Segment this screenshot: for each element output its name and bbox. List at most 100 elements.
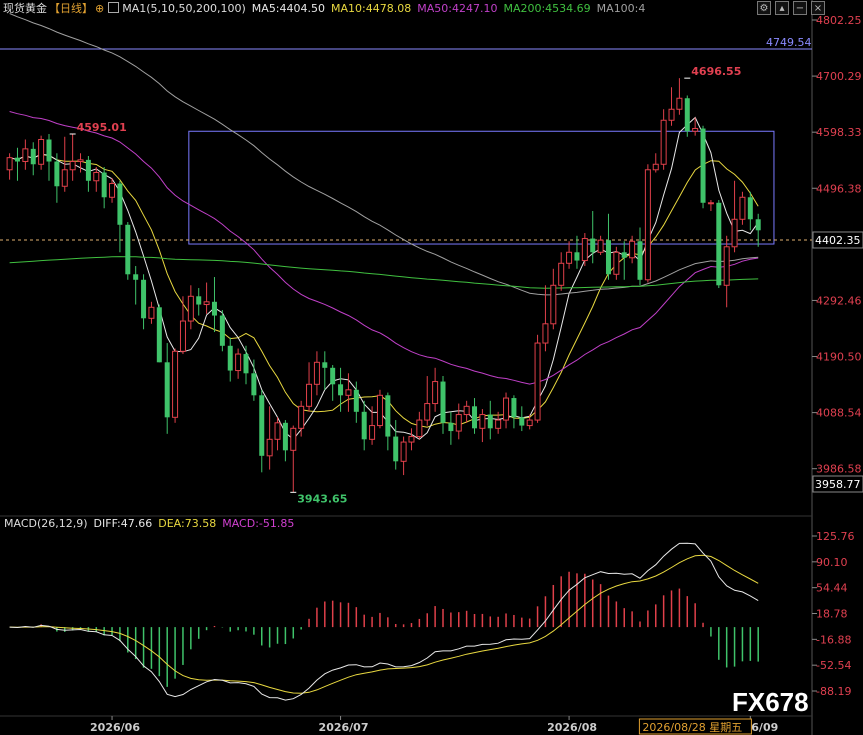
extreme-label: 4696.55 [691, 65, 741, 78]
candle-body-down [338, 384, 344, 396]
candle-body-down [251, 373, 257, 396]
candle-body-up [731, 218, 738, 248]
candle-body-down [755, 219, 761, 231]
extreme-label: 3943.65 [297, 492, 347, 505]
ma-params[interactable]: MA1(5,10,50,200,100) [122, 2, 246, 15]
candle-body-down [330, 367, 336, 385]
price-tick-label: 4190.50 [816, 351, 862, 364]
candle-body-down [574, 252, 580, 261]
macd-tick-label: -88.19 [816, 685, 851, 698]
candle-body-down [54, 161, 60, 187]
candle-body-up [495, 419, 502, 429]
candle-body-down [85, 159, 91, 181]
candle-body-up [369, 425, 376, 440]
candle-body-up [629, 240, 636, 259]
candle-body-down [393, 436, 399, 462]
candle-body-up [38, 139, 45, 165]
candle-body-up [581, 238, 588, 262]
candle-body-down [590, 238, 596, 253]
candle-body-up [306, 383, 313, 407]
candle-body-up [313, 361, 320, 385]
candle-body-down [448, 422, 454, 432]
lock-icon[interactable]: ⊕ [95, 2, 104, 15]
indicator-icon[interactable] [108, 2, 120, 13]
macd-header: MACD(26,12,9) DIFF:47.66 DEA:73.58 MACD:-51… [4, 517, 300, 530]
candle-body-down [141, 279, 147, 319]
macd-tick-label: 90.10 [816, 556, 848, 569]
current-price-label: 4402.35 [815, 234, 861, 247]
price-tick-label: 4496.38 [816, 182, 862, 195]
candle-body-down [259, 395, 265, 456]
macd-tick-label: -52.54 [816, 659, 851, 672]
candle-body-up [266, 438, 273, 457]
chart-header: 现货黄金 【日线】 ⊕ MA1(5,10,50,200,100) MA5:4404.50… [0, 0, 863, 18]
candle-body-up [597, 239, 604, 253]
candle-body-up [566, 251, 573, 264]
candle-body-down [46, 139, 52, 162]
candle-body-up [707, 202, 714, 205]
candle-body-up [692, 128, 699, 132]
candles [6, 78, 761, 493]
close-icon[interactable]: × [811, 1, 825, 15]
candle-body-down [30, 148, 36, 165]
candle-body-up [739, 196, 746, 220]
candle-body-down [361, 411, 367, 440]
price-chart[interactable]: 4749.54 4595.013943.654696.55 4802.25470… [0, 0, 863, 735]
candle-body-up [148, 306, 155, 319]
candle-body-up [345, 389, 352, 396]
candle-body-down [472, 406, 478, 429]
candle-body-down [700, 128, 706, 203]
extreme-label: 4595.01 [77, 121, 127, 134]
candle-body-down [282, 422, 288, 451]
candle-body-up [550, 284, 557, 325]
candle-body-down [519, 417, 525, 426]
candle-body-down [440, 381, 446, 423]
macd-dea: DEA:73.58 [158, 517, 217, 530]
candle-body-up [416, 419, 423, 438]
candle-body-up [479, 414, 486, 429]
candle-body-down [211, 301, 217, 316]
resistance-line-label: 4749.54 [766, 36, 812, 49]
macd-value: MACD:-51.85 [222, 517, 295, 530]
candle-body-up [534, 342, 541, 421]
symbol-name[interactable]: 现货黄金 [3, 2, 47, 15]
date-axis: 2026/06 2026/07 2026/08 2026/092026/08/28 星… [0, 715, 812, 735]
ma100-value: MA100:4 [596, 2, 646, 15]
macd-params[interactable]: MACD(26,12,9) [4, 517, 88, 530]
candle-body-down [322, 362, 328, 368]
candle-body-up [298, 405, 305, 429]
price-tick-label: 4598.33 [816, 126, 862, 139]
candle-body-up [526, 419, 533, 427]
candle-body-up [172, 350, 179, 418]
low-mark-label: 3958.77 [815, 478, 861, 491]
candle-body-up [109, 183, 116, 198]
candle-body-down [14, 157, 20, 162]
minus-icon[interactable]: − [793, 1, 807, 15]
candle-body-up [69, 161, 76, 171]
candle-body-up [424, 403, 431, 421]
candle-body-down [353, 389, 359, 412]
candle-body-up [463, 405, 470, 416]
candle-body-down [219, 315, 225, 346]
candle-body-down [133, 274, 139, 280]
macd-tick-label: 18.78 [816, 608, 848, 621]
macd-diff: DIFF:47.66 [93, 517, 153, 530]
zoom-icon[interactable]: ▴ [775, 1, 789, 15]
candle-body-up [376, 394, 383, 427]
date-tick-label: 2026/07 [319, 721, 369, 734]
candle-body-down [716, 202, 722, 286]
candle-body-up [400, 441, 407, 462]
candle-body-up [652, 163, 659, 171]
candle-body-up [660, 119, 667, 165]
candle-body-down [196, 296, 202, 305]
period-label[interactable]: 【日线】 [49, 2, 93, 15]
candle-body-up [613, 251, 620, 275]
price-tick-label: 3986.58 [816, 463, 862, 476]
consolidation-box [188, 130, 775, 245]
candle-body-down [747, 197, 753, 220]
gear-icon[interactable]: ⚙ [757, 1, 771, 15]
candle-body-down [487, 414, 493, 429]
price-axis: 4802.254700.294598.334496.384292.464190.… [812, 14, 863, 493]
candle-body-up [179, 320, 186, 352]
candle-body-down [156, 307, 162, 363]
